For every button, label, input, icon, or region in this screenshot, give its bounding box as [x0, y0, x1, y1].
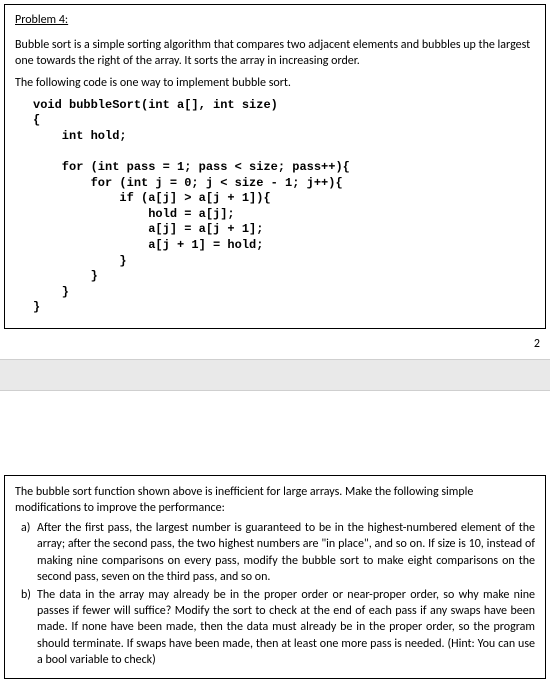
list-item-b: b) The data in the array may already be …: [15, 587, 535, 668]
page-spacer: [0, 391, 550, 471]
page-gap: [0, 359, 550, 391]
item-b-text: The data in the array may already be in …: [37, 587, 535, 668]
problem-title: Problem 4:: [15, 13, 535, 27]
item-a-label: a): [15, 520, 37, 585]
list-item-a: a) After the first pass, the largest num…: [15, 520, 535, 585]
modifications-list: a) After the first pass, the largest num…: [15, 520, 535, 668]
modifications-intro: The bubble sort function shown above is …: [15, 484, 535, 516]
item-b-label: b): [15, 587, 37, 668]
problem-box: Problem 4: Bubble sort is a simple sorti…: [4, 4, 546, 329]
problem-paragraph-1: Bubble sort is a simple sorting algorith…: [15, 37, 535, 69]
page-number: 2: [0, 333, 550, 359]
modifications-box: The bubble sort function shown above is …: [4, 475, 546, 679]
problem-paragraph-2: The following code is one way to impleme…: [15, 75, 535, 91]
code-block: void bubbleSort(int a[], int size) { int…: [33, 98, 535, 316]
item-a-text: After the first pass, the largest number…: [37, 520, 535, 585]
